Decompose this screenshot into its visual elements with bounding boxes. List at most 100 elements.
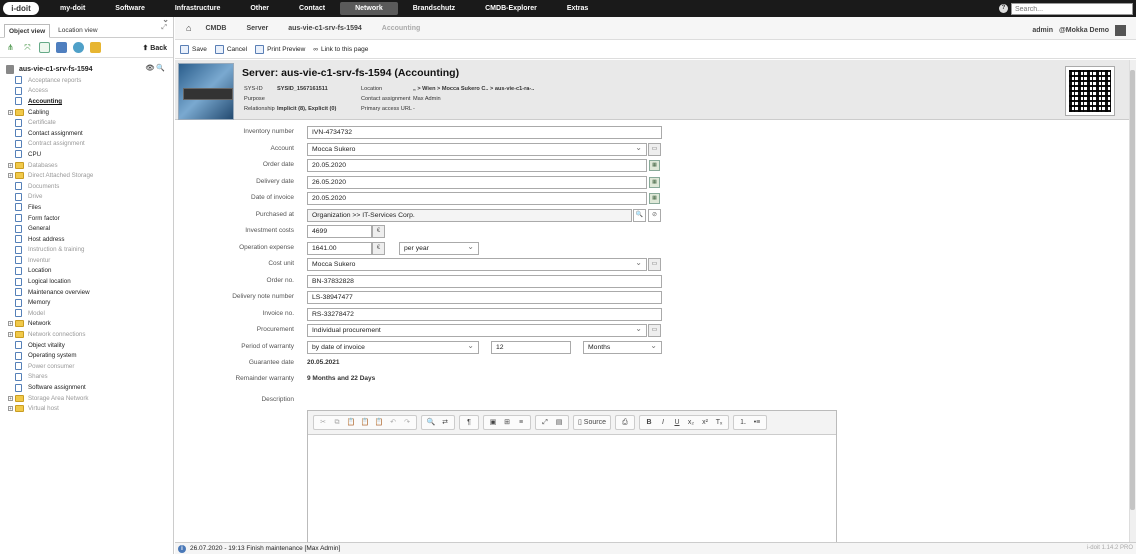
tree-item-instruction-training[interactable]: Instruction & training	[0, 245, 173, 256]
tree-item-access[interactable]: Access	[0, 86, 173, 97]
source-button[interactable]: ▯ Source	[576, 416, 608, 429]
cancel-button[interactable]: Cancel	[214, 44, 247, 54]
print-preview-button[interactable]: Print Preview	[255, 44, 305, 54]
tree-item-virtual-host[interactable]: + Virtual host	[0, 403, 173, 414]
tree-item-network-connections[interactable]: + Network connections	[0, 329, 173, 340]
tree-item-cpu[interactable]: CPU	[0, 149, 173, 160]
delivery-note-input[interactable]: LS-38947477	[307, 291, 662, 304]
expand-icon[interactable]: +	[8, 109, 13, 115]
tree-item-databases[interactable]: + Databases	[0, 160, 173, 171]
tab-location-view[interactable]: Location view	[53, 23, 102, 37]
expense-period-select[interactable]: per year	[399, 242, 479, 255]
tree-item-model[interactable]: Model	[0, 308, 173, 319]
expand-icon[interactable]: +	[8, 395, 13, 401]
subscript-icon[interactable]: x₂	[684, 416, 698, 429]
tree-item-cabling[interactable]: + Cabling	[0, 107, 173, 118]
tree-item-network[interactable]: + Network	[0, 319, 173, 330]
invoice-no-input[interactable]: RS-33278472	[307, 308, 662, 321]
paragraph-icon[interactable]: ¶	[462, 416, 476, 429]
tree-item-maintenance-overview[interactable]: Maintenance overview	[0, 287, 173, 298]
tree-item-operating-system[interactable]: Operating system	[0, 350, 173, 361]
expand-icon[interactable]: +	[8, 162, 13, 168]
detach-icon[interactable]: ⊘	[648, 209, 661, 222]
maximize-icon[interactable]: ⤢	[538, 416, 552, 429]
calendar-icon[interactable]: ▦	[649, 160, 660, 171]
cut-icon[interactable]: ✂	[316, 416, 330, 429]
tree-item-documents[interactable]: Documents	[0, 181, 173, 192]
paste-icon[interactable]: 📋	[344, 416, 358, 429]
expand-sidebar-icon[interactable]: ⤢	[161, 24, 167, 32]
tree-item-power-consumer[interactable]: Power consumer	[0, 361, 173, 372]
delivery-date-input[interactable]: 26.05.2020	[307, 176, 647, 189]
help-icon[interactable]: ?	[999, 4, 1008, 13]
operation-expense-input[interactable]: 1641.00	[307, 242, 372, 255]
inventory-number-input[interactable]: IVN-4734732	[307, 126, 662, 139]
menu-item-cmdb-explorer[interactable]: CMDB-Explorer	[470, 2, 552, 15]
cost-unit-select[interactable]: Mocca Sukero	[307, 258, 647, 271]
redo-icon[interactable]: ↷	[400, 416, 414, 429]
eye-icon[interactable]: 👁 🔍	[145, 64, 165, 72]
find-icon[interactable]: 🔍	[424, 416, 438, 429]
warranty-unit-select[interactable]: Months	[583, 341, 662, 354]
location-value[interactable]: „ > Wien > Mocca Sukero C.. > aus-vie-c1…	[413, 86, 534, 92]
tree-item-acceptance-reports[interactable]: Acceptance reports	[0, 75, 173, 86]
tree-item-contact-assignment[interactable]: Contact assignment	[0, 128, 173, 139]
remove-format-icon[interactable]: Tₓ	[712, 416, 726, 429]
save-button[interactable]: Save	[180, 44, 207, 54]
print-icon[interactable]: ⎙	[618, 416, 632, 429]
show-blocks-icon[interactable]: ▤	[552, 416, 566, 429]
bulleted-list-icon[interactable]: •≡	[750, 416, 764, 429]
expand-icon[interactable]: +	[8, 321, 13, 327]
user-name[interactable]: admin	[1032, 27, 1053, 34]
procurement-select[interactable]: Individual procurement	[307, 324, 647, 337]
calendar-icon[interactable]: ▦	[649, 193, 660, 204]
menu-item-my-doit[interactable]: my-doit	[45, 2, 100, 15]
tree-item-software-assignment[interactable]: Software assignment	[0, 382, 173, 393]
warranty-basis-select[interactable]: by date of invoice	[307, 341, 479, 354]
menu-item-infrastructure[interactable]: Infrastructure	[160, 2, 236, 15]
breadcrumb-cmdb[interactable]: CMDB	[205, 25, 226, 32]
tree-item-form-factor[interactable]: Form factor	[0, 213, 173, 224]
invoice-date-input[interactable]: 20.05.2020	[307, 192, 647, 205]
purchased-at-input[interactable]: Organization >> IT-Services Corp.	[307, 209, 632, 222]
horizontal-line-icon[interactable]: ≡	[514, 416, 528, 429]
cost-unit-edit-button[interactable]: ▭	[648, 258, 661, 271]
bold-icon[interactable]: B	[642, 416, 656, 429]
tree-root-object[interactable]: aus-vie-c1-srv-fs-1594 👁 🔍	[0, 63, 173, 75]
tree-item-memory[interactable]: Memory	[0, 297, 173, 308]
lock-icon[interactable]	[90, 42, 101, 53]
menu-item-contact[interactable]: Contact	[284, 2, 340, 15]
tree-item-storage-area-network[interactable]: + Storage Area Network	[0, 393, 173, 404]
table-icon[interactable]: ⊞	[500, 416, 514, 429]
paste-word-icon[interactable]: 📋	[372, 416, 386, 429]
expand-icon[interactable]: +	[8, 173, 13, 179]
relationship-value[interactable]: Implicit (8), Explicit (0)	[277, 106, 336, 112]
tab-object-view[interactable]: Object view	[4, 24, 51, 38]
monitor-icon[interactable]	[56, 42, 67, 53]
breadcrumb-server[interactable]: Server	[246, 25, 268, 32]
copy-icon[interactable]: ⧉	[330, 416, 344, 429]
italic-icon[interactable]: I	[656, 416, 670, 429]
tree-icon[interactable]: ⋔	[5, 42, 16, 53]
tree-item-inventur[interactable]: Inventur	[0, 255, 173, 266]
qr-code[interactable]	[1065, 66, 1115, 116]
account-edit-button[interactable]: ▭	[648, 143, 661, 156]
tree-item-host-address[interactable]: Host address	[0, 234, 173, 245]
numbered-list-icon[interactable]: ⒈	[736, 416, 750, 429]
user-icon[interactable]	[1115, 25, 1126, 36]
tree-item-drive[interactable]: Drive	[0, 192, 173, 203]
menu-item-brandschutz[interactable]: Brandschutz	[398, 2, 470, 15]
tree-item-certificate[interactable]: Certificate	[0, 117, 173, 128]
order-date-input[interactable]: 20.05.2020	[307, 159, 647, 172]
tree-item-files[interactable]: Files	[0, 202, 173, 213]
undo-icon[interactable]: ↶	[386, 416, 400, 429]
tenant-name[interactable]: @Mokka Demo	[1059, 27, 1109, 34]
warranty-amount-input[interactable]: 12	[491, 341, 571, 354]
tree-item-direct-attached-storage[interactable]: + Direct Attached Storage	[0, 170, 173, 181]
investment-costs-input[interactable]: 4699	[307, 225, 372, 238]
tree-item-object-vitality[interactable]: Object vitality	[0, 340, 173, 351]
scrollbar-thumb[interactable]	[1130, 70, 1135, 510]
expand-icon[interactable]: +	[8, 406, 13, 412]
contact-value[interactable]: Max Admin	[413, 96, 441, 102]
superscript-icon[interactable]: x²	[698, 416, 712, 429]
